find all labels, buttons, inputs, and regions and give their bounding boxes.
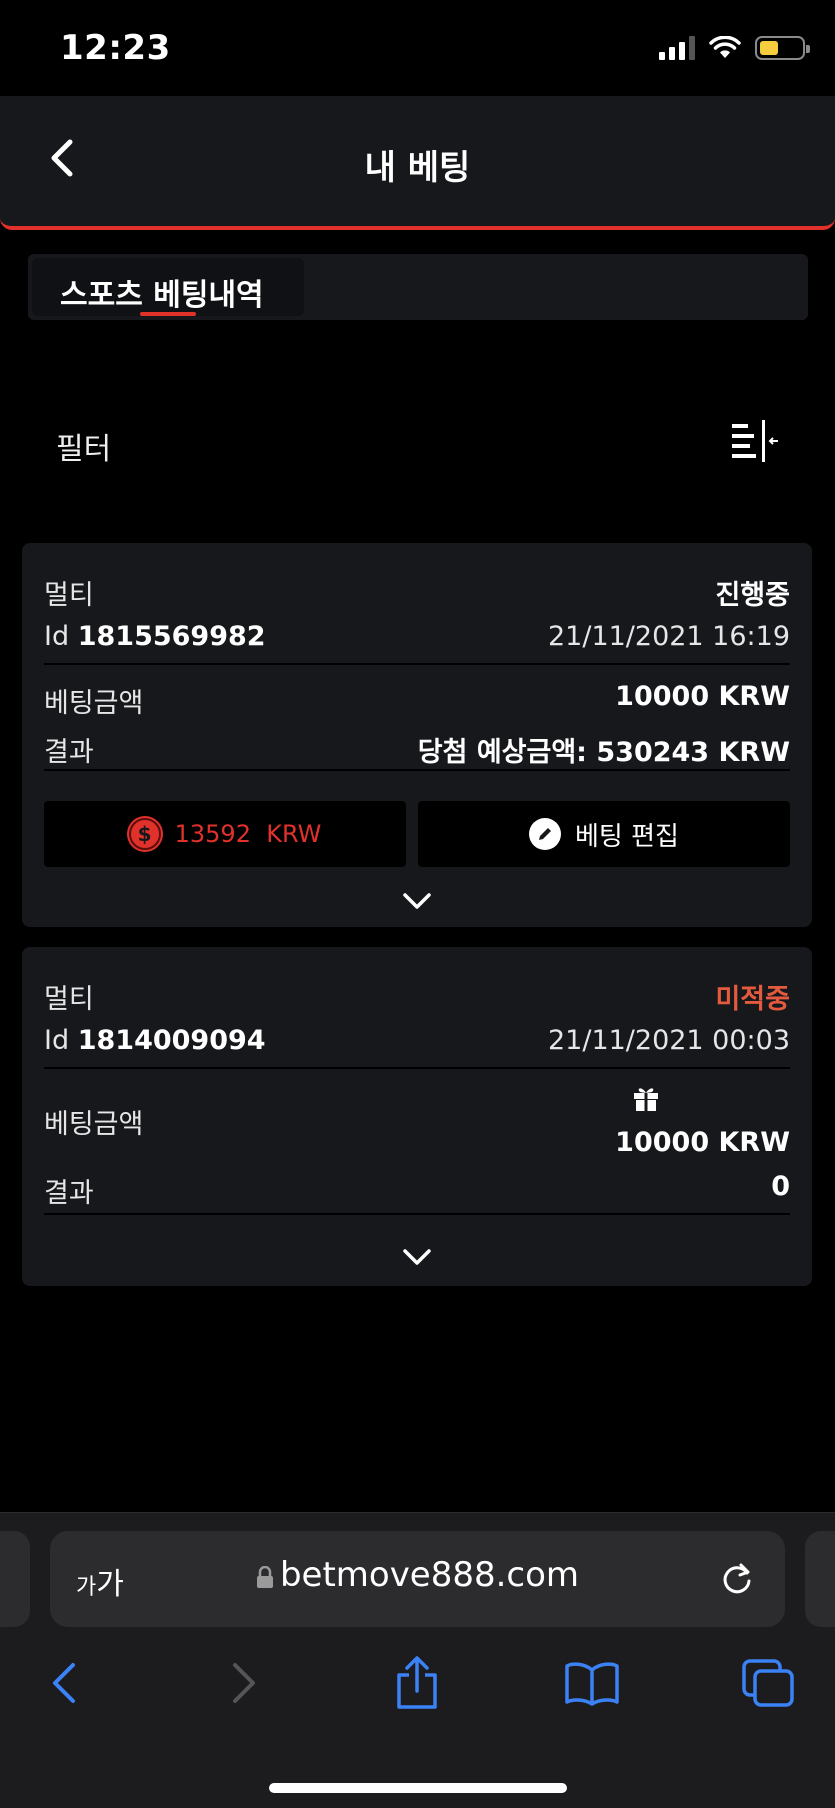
url-text: betmove888.com	[279, 1555, 580, 1595]
home-indicator	[269, 1783, 567, 1793]
expand-bet-button[interactable]	[399, 889, 435, 913]
expand-bet-button[interactable]	[399, 1245, 435, 1269]
wifi-icon	[709, 36, 741, 58]
divider	[44, 769, 790, 771]
previous-tab-preview[interactable]	[0, 1531, 30, 1627]
result-label: 결과	[44, 737, 94, 768]
gift-icon	[632, 1084, 660, 1112]
filter-panel-icon	[732, 420, 778, 462]
cashout-button[interactable]: $ 13592 KRW	[44, 801, 406, 867]
chevron-down-icon	[403, 1249, 431, 1265]
reload-button[interactable]	[717, 1559, 757, 1599]
chevron-down-icon	[403, 893, 431, 909]
browser-forward-button[interactable]	[214, 1653, 274, 1713]
app-header: 내 베팅	[0, 96, 835, 230]
chevron-left-icon	[53, 1663, 75, 1703]
share-icon	[397, 1656, 437, 1709]
divider	[44, 1067, 790, 1069]
result-value: 0	[771, 1171, 790, 1202]
edit-bet-label: 베팅 편집	[575, 821, 679, 852]
bet-type-row: 멀티 진행중	[44, 573, 790, 613]
stake-value: 10000 KRW	[615, 1127, 790, 1158]
bet-id-prefix: Id	[44, 621, 70, 652]
next-tab-preview[interactable]	[805, 1531, 835, 1627]
bet-type-row: 멀티 미적중	[44, 977, 790, 1017]
bet-id-prefix: Id	[44, 1025, 70, 1056]
cashout-amount: 13592 KRW	[174, 820, 322, 848]
bookmarks-button[interactable]	[562, 1653, 622, 1713]
status-icons	[659, 36, 810, 60]
divider	[44, 1213, 790, 1215]
bet-status: 진행중	[715, 580, 790, 611]
lock-icon	[256, 1565, 273, 1588]
status-time: 12:23	[60, 28, 171, 68]
cellular-signal-icon	[659, 36, 695, 60]
browser-toolbar	[0, 1653, 835, 1723]
result-value: 당첨 예상금액: 530243 KRW	[417, 737, 790, 768]
tab-active-indicator	[140, 312, 196, 316]
result-label: 결과	[44, 1178, 94, 1209]
divider	[44, 663, 790, 665]
filter-label: 필터	[56, 432, 112, 467]
bet-type: 멀티	[44, 580, 94, 611]
tab-label: 스포츠 베팅내역	[60, 278, 264, 313]
book-icon	[565, 1662, 619, 1706]
bet-card: 멀티 진행중 Id 1815569982 21/11/2021 16:19 베팅…	[22, 543, 812, 927]
bet-stake-value-row: 10000 KRW	[44, 1127, 790, 1167]
browser-chrome: 가가 betmove888.com	[0, 1512, 835, 1808]
status-bar: 12:23	[0, 0, 835, 96]
bet-stake-row: 베팅금액 10000 KRW	[44, 681, 790, 721]
filter-button[interactable]	[732, 420, 780, 466]
share-button[interactable]	[387, 1653, 447, 1713]
tabs-icon	[742, 1659, 794, 1707]
url-display: betmove888.com	[50, 1555, 785, 1595]
bet-result-row: 결과 당첨 예상금액: 530243 KRW	[44, 730, 790, 770]
bet-id-row: Id 1815569982 21/11/2021 16:19	[44, 621, 790, 661]
bet-datetime: 21/11/2021 16:19	[547, 621, 790, 652]
bet-type: 멀티	[44, 984, 94, 1015]
dollar-coin-icon: $	[128, 818, 161, 850]
stake-label: 베팅금액	[44, 688, 144, 719]
page-title: 내 베팅	[364, 148, 471, 188]
battery-icon	[755, 36, 810, 60]
pencil-icon	[529, 818, 562, 850]
stake-value: 10000 KRW	[615, 681, 790, 712]
bet-result-row: 결과 0	[44, 1171, 790, 1211]
bet-id-row: Id 1814009094 21/11/2021 00:03	[44, 1025, 790, 1065]
tab-sports-bet-history[interactable]: 스포츠 베팅내역	[32, 258, 304, 316]
bet-id: 1815569982	[77, 621, 266, 652]
tab-bar: 스포츠 베팅내역	[28, 254, 808, 320]
tabs-button[interactable]	[738, 1653, 798, 1713]
bet-status: 미적중	[715, 984, 790, 1015]
reload-icon	[723, 1563, 751, 1594]
filter-row: 필터	[56, 420, 780, 470]
address-bar[interactable]: 가가 betmove888.com	[50, 1531, 785, 1627]
bet-datetime: 21/11/2021 00:03	[547, 1025, 790, 1056]
browser-back-button[interactable]	[34, 1653, 94, 1713]
bet-card: 멀티 미적중 Id 1814009094 21/11/2021 00:03 베팅…	[22, 947, 812, 1286]
edit-bet-button[interactable]: 베팅 편집	[418, 801, 790, 867]
chevron-right-icon	[233, 1663, 255, 1703]
bet-id: 1814009094	[77, 1025, 266, 1056]
